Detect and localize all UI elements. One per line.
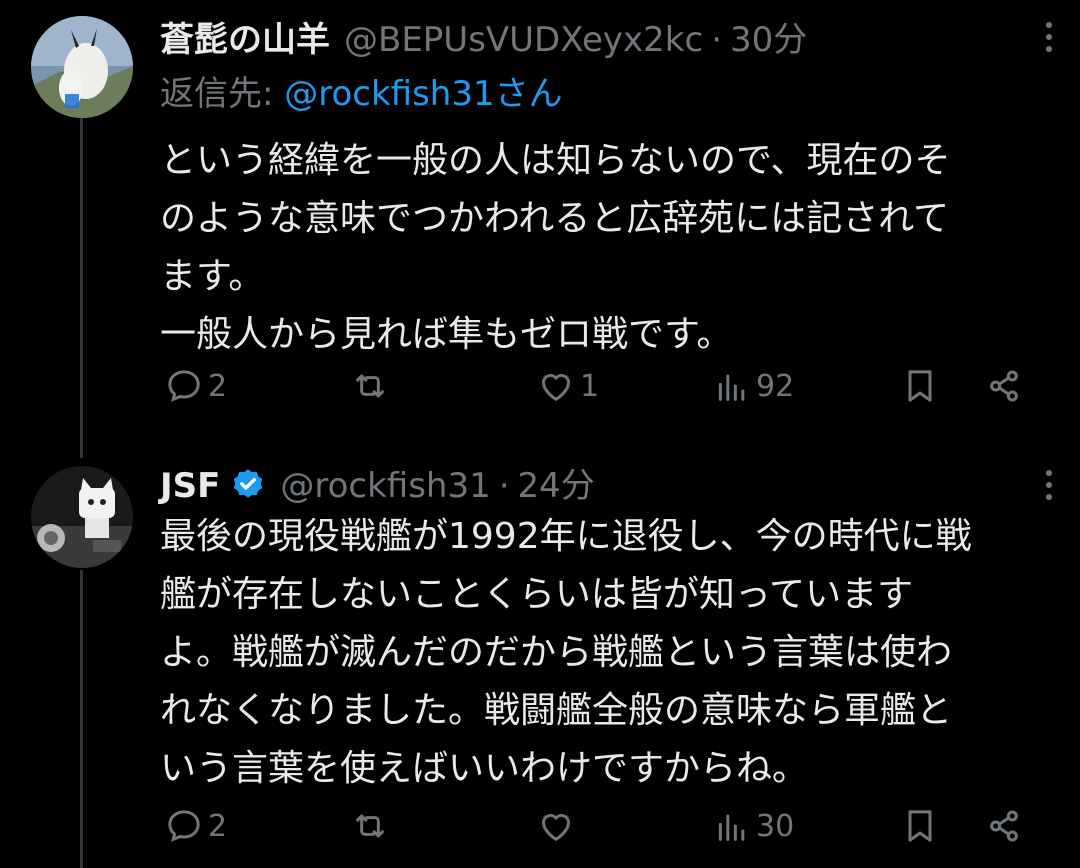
reply-count: 2 [208, 368, 228, 404]
views-icon [718, 814, 745, 841]
view-count: 30 [756, 808, 795, 844]
share-button[interactable] [984, 366, 1024, 406]
avatar[interactable] [31, 16, 133, 118]
repost-button[interactable] [350, 366, 394, 406]
tweet-text: という経緯を一般の人は知らないので、現在のそ のような意味でつかわれると広辞苑に… [160, 132, 1056, 364]
separator: · [498, 466, 510, 506]
reply-count: 2 [208, 808, 228, 844]
tweet-content: 蒼髭の山羊 @BEPUsVUDXeyx2kc · 30分 返信先: @rockf… [160, 12, 1056, 364]
reply-to-line: 返信先: @rockfish31さん [160, 66, 1056, 114]
tweet-content: JSF @rockfish31 · 24分 最後の現役戦艦が1992年に退役し、… [160, 458, 1056, 798]
share-button[interactable] [984, 806, 1024, 846]
tweet-text-line: という経緯を一般の人は知らないので、現在のそ [160, 140, 951, 181]
repost-icon [356, 814, 384, 838]
share-icon [990, 370, 1018, 402]
tweet-header: JSF @rockfish31 · 24分 [160, 458, 1056, 507]
user-handle[interactable]: @rockfish31 [280, 466, 490, 506]
more-options-icon[interactable] [1046, 22, 1052, 58]
tweet-actions: 2 30 [160, 806, 1080, 856]
cat-figure-avatar [31, 466, 133, 568]
tweet-text-line: れなくなりました。戦闘艦全般の意味なら軍艦と [160, 690, 953, 731]
separator: · [711, 20, 722, 60]
user-handle[interactable]: @BEPUsVUDXeyx2kc [344, 20, 703, 60]
views-button[interactable]: 92 [712, 366, 794, 406]
reply-icon [168, 370, 200, 402]
avatar[interactable] [31, 466, 133, 568]
tweet-text-line: いう言葉を使えばいいわけですからね。 [160, 748, 809, 789]
tweet-text-line: ます。 [160, 256, 265, 297]
timestamp[interactable]: 30分 [730, 12, 807, 61]
tweet-text-line: よ。戦艦が滅んだのだから戦艦という言葉は使わ [160, 632, 953, 673]
repost-button[interactable] [350, 806, 394, 846]
mountain-goat-avatar [31, 16, 133, 118]
repost-icon [356, 374, 384, 398]
heart-icon [542, 814, 570, 841]
display-name[interactable]: 蒼髭の山羊 [160, 12, 330, 61]
like-button[interactable] [536, 806, 580, 846]
like-count: 1 [580, 368, 600, 404]
tweet-text-line: 一般人から見れば隼もゼロ戦です。 [160, 314, 733, 355]
tweet-actions: 2 1 92 [160, 366, 1080, 416]
tweet-text-line: 最後の現役戦艦が1992年に退役し、今の時代に戦 [160, 516, 972, 557]
tweet-text-line: のような意味でつかわれると広辞苑には記されて [160, 198, 950, 239]
tweet-text-line: 艦が存在しないことくらいは皆が知っています [160, 574, 914, 615]
reply-icon [168, 810, 200, 842]
share-icon [990, 810, 1018, 842]
reply-button[interactable]: 2 [164, 806, 227, 846]
views-icon [718, 374, 745, 401]
more-options-icon[interactable] [1046, 470, 1052, 506]
heart-icon [542, 374, 570, 401]
bookmark-icon [908, 810, 932, 842]
verified-badge-icon[interactable] [230, 467, 266, 503]
tweet-header: 蒼髭の山羊 @BEPUsVUDXeyx2kc · 30分 [160, 12, 1056, 61]
timestamp[interactable]: 24分 [518, 458, 595, 507]
thread-line [80, 118, 83, 458]
reply-to-label: 返信先: [160, 74, 285, 114]
bookmark-button[interactable] [900, 366, 940, 406]
thread-line [80, 570, 83, 868]
view-count: 92 [756, 368, 795, 404]
display-name[interactable]: JSF [160, 466, 220, 506]
bookmark-button[interactable] [900, 806, 940, 846]
like-button[interactable]: 1 [536, 366, 599, 406]
reply-to-mention[interactable]: @rockfish31さん [284, 74, 562, 114]
views-button[interactable]: 30 [712, 806, 794, 846]
reply-button[interactable]: 2 [164, 366, 227, 406]
bookmark-icon [908, 370, 932, 402]
tweet-text: 最後の現役戦艦が1992年に退役し、今の時代に戦 艦が存在しないことくらいは皆が… [160, 508, 1056, 798]
